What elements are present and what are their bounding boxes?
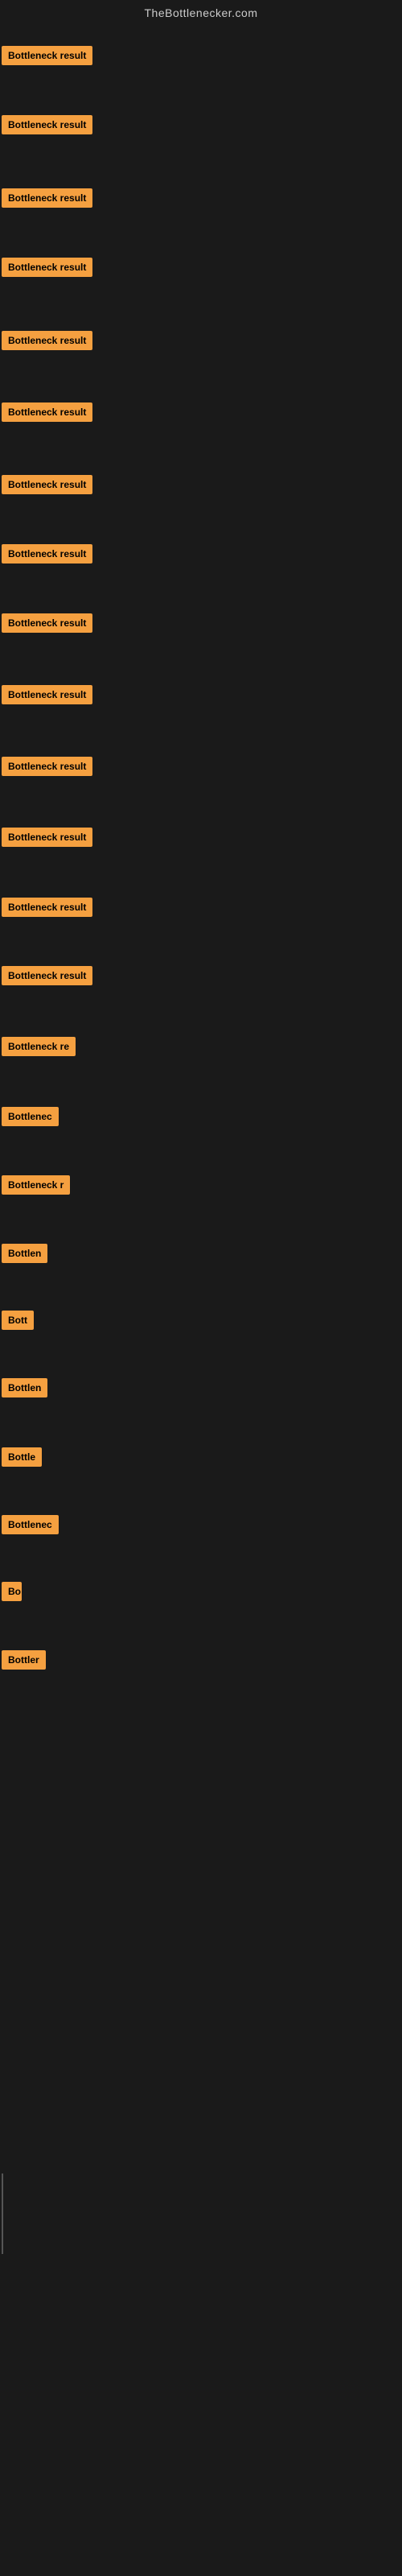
bottleneck-item-21: Bottle (2, 1447, 42, 1471)
bottleneck-badge-6[interactable]: Bottleneck result (2, 402, 92, 422)
bottleneck-item-3: Bottleneck result (2, 188, 92, 212)
bottleneck-item-15: Bottleneck re (2, 1037, 76, 1060)
bottleneck-badge-18[interactable]: Bottlen (2, 1244, 47, 1263)
bottleneck-item-2: Bottleneck result (2, 115, 92, 138)
bottleneck-item-5: Bottleneck result (2, 331, 92, 354)
bottleneck-item-12: Bottleneck result (2, 828, 92, 851)
bottleneck-item-24: Bottler (2, 1650, 46, 1674)
bottleneck-item-4: Bottleneck result (2, 258, 92, 281)
bottleneck-badge-19[interactable]: Bott (2, 1311, 34, 1330)
bottleneck-badge-22[interactable]: Bottlenec (2, 1515, 59, 1534)
bottleneck-item-17: Bottleneck r (2, 1175, 70, 1199)
bottleneck-item-1: Bottleneck result (2, 46, 92, 69)
bottleneck-badge-2[interactable]: Bottleneck result (2, 115, 92, 134)
bottleneck-item-7: Bottleneck result (2, 475, 92, 498)
bottleneck-item-19: Bott (2, 1311, 34, 1334)
bottleneck-badge-17[interactable]: Bottleneck r (2, 1175, 70, 1195)
bottleneck-item-14: Bottleneck result (2, 966, 92, 989)
bottleneck-badge-11[interactable]: Bottleneck result (2, 757, 92, 776)
bottleneck-badge-23[interactable]: Bo (2, 1582, 22, 1601)
bottleneck-badge-16[interactable]: Bottlenec (2, 1107, 59, 1126)
bottleneck-item-9: Bottleneck result (2, 613, 92, 637)
bottleneck-badge-20[interactable]: Bottlen (2, 1378, 47, 1397)
bottleneck-item-13: Bottleneck result (2, 898, 92, 921)
bottleneck-item-20: Bottlen (2, 1378, 47, 1402)
bottleneck-badge-3[interactable]: Bottleneck result (2, 188, 92, 208)
bottleneck-badge-14[interactable]: Bottleneck result (2, 966, 92, 985)
bottleneck-item-10: Bottleneck result (2, 685, 92, 708)
page-wrapper: TheBottlenecker.com Bottleneck result Bot… (0, 0, 402, 2576)
bottleneck-badge-12[interactable]: Bottleneck result (2, 828, 92, 847)
bottleneck-badge-7[interactable]: Bottleneck result (2, 475, 92, 494)
site-title: TheBottlenecker.com (0, 0, 402, 26)
bottleneck-item-6: Bottleneck result (2, 402, 92, 426)
vertical-line (2, 2174, 3, 2254)
bottleneck-badge-10[interactable]: Bottleneck result (2, 685, 92, 704)
bottleneck-badge-8[interactable]: Bottleneck result (2, 544, 92, 564)
bottleneck-item-8: Bottleneck result (2, 544, 92, 568)
bottleneck-badge-5[interactable]: Bottleneck result (2, 331, 92, 350)
bottleneck-badge-21[interactable]: Bottle (2, 1447, 42, 1467)
bottleneck-item-16: Bottlenec (2, 1107, 59, 1130)
bottleneck-item-18: Bottlen (2, 1244, 47, 1267)
bottleneck-item-22: Bottlenec (2, 1515, 59, 1538)
bottleneck-item-23: Bo (2, 1582, 22, 1605)
bottleneck-badge-1[interactable]: Bottleneck result (2, 46, 92, 65)
bottleneck-badge-4[interactable]: Bottleneck result (2, 258, 92, 277)
bottleneck-badge-13[interactable]: Bottleneck result (2, 898, 92, 917)
bottleneck-item-11: Bottleneck result (2, 757, 92, 780)
bottleneck-badge-15[interactable]: Bottleneck re (2, 1037, 76, 1056)
bottleneck-badge-9[interactable]: Bottleneck result (2, 613, 92, 633)
bottleneck-badge-24[interactable]: Bottler (2, 1650, 46, 1670)
